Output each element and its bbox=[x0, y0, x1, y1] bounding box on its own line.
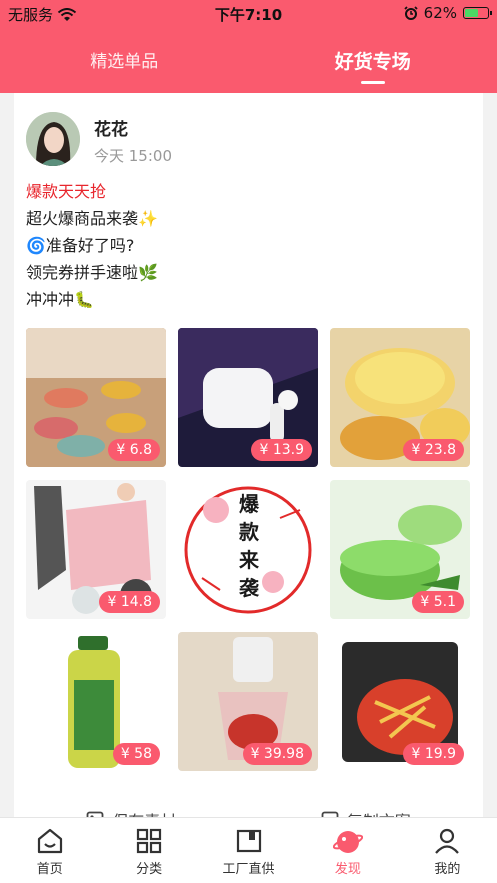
nav-label: 我的 bbox=[434, 862, 461, 877]
product-image-earbuds[interactable]: ¥ 13.9 bbox=[178, 328, 318, 467]
username[interactable]: 花花 bbox=[94, 115, 128, 140]
product-image-pastry[interactable]: ¥ 23.8 bbox=[330, 328, 470, 467]
nav-factory[interactable]: 工厂直供 bbox=[199, 818, 298, 883]
price-tag: ¥ 19.9 bbox=[403, 743, 464, 765]
tab-bar: 精选单品 好货专场 bbox=[0, 44, 497, 86]
nav-label: 首页 bbox=[36, 862, 63, 877]
post-time: 今天 15:00 bbox=[94, 147, 172, 165]
battery-icon bbox=[463, 7, 492, 19]
poster-hot-deals[interactable]: 爆 款 来 袭 bbox=[178, 480, 318, 619]
avatar-image bbox=[26, 112, 80, 166]
price-tag: ¥ 23.8 bbox=[403, 439, 464, 461]
battery-percent: 62% bbox=[423, 4, 457, 22]
poster-char: 款 bbox=[239, 520, 259, 544]
discover-icon bbox=[332, 831, 363, 853]
product-image-chopper[interactable]: ¥ 39.98 bbox=[178, 632, 318, 771]
price-tag: ¥ 13.9 bbox=[251, 439, 312, 461]
poster-caption: 爆 款 来 袭 bbox=[236, 490, 262, 602]
avatar[interactable] bbox=[26, 112, 80, 166]
post-line: 🌀准备好了吗? bbox=[26, 236, 135, 255]
post-line: 领完券拼手速啦🌿 bbox=[26, 263, 158, 282]
price-tag: ¥ 14.8 bbox=[99, 591, 160, 613]
nav-profile[interactable]: 我的 bbox=[398, 818, 497, 883]
product-image-slippers[interactable]: ¥ 6.8 bbox=[26, 328, 166, 467]
price-tag: ¥ 39.98 bbox=[242, 743, 312, 765]
battery-fill bbox=[465, 9, 478, 17]
nav-discover[interactable]: 发现 bbox=[298, 818, 397, 883]
nav-label: 工厂直供 bbox=[222, 862, 275, 877]
price-tag: ¥ 6.8 bbox=[108, 439, 160, 461]
product-image-aloe-gel[interactable]: ¥ 5.1 bbox=[330, 480, 470, 619]
poster-char: 来 bbox=[239, 548, 259, 572]
tab-selected-items[interactable]: 精选单品 bbox=[0, 44, 249, 86]
post-line: 冲冲冲🐛 bbox=[26, 290, 94, 309]
product-image-cooking-oil[interactable]: ¥ 58 bbox=[26, 632, 166, 771]
product-image-noodles[interactable]: ¥ 19.9 bbox=[330, 632, 470, 771]
post-line: 爆款天天抢 bbox=[26, 182, 107, 201]
tab-good-deals[interactable]: 好货专场 bbox=[249, 44, 497, 86]
bottom-nav: 首页 分类 工厂直供 发现 我的 bbox=[0, 817, 497, 883]
post-card: 花花 今天 15:00 爆款天天抢 超火爆商品来袭✨ 🌀准备好了吗? 领完券拼手… bbox=[14, 93, 483, 833]
product-image-windshield[interactable]: ¥ 14.8 bbox=[26, 480, 166, 619]
poster-char: 爆 bbox=[239, 492, 259, 516]
nav-home[interactable]: 首页 bbox=[0, 818, 99, 883]
tab-label: 好货专场 bbox=[334, 51, 411, 73]
profile-icon bbox=[435, 828, 460, 854]
poster-char: 袭 bbox=[239, 576, 259, 600]
home-icon bbox=[37, 828, 62, 854]
alarm-icon bbox=[404, 6, 418, 20]
nav-label: 发现 bbox=[334, 862, 361, 877]
nav-category[interactable]: 分类 bbox=[99, 818, 198, 883]
category-icon bbox=[137, 828, 162, 854]
tab-label: 精选单品 bbox=[90, 52, 159, 72]
price-tag: ¥ 5.1 bbox=[412, 591, 464, 613]
status-bar: 无服务 下午7:10 62% bbox=[0, 0, 497, 28]
nav-label: 分类 bbox=[136, 862, 163, 877]
post-line: 超火爆商品来袭✨ bbox=[26, 209, 158, 228]
active-tab-indicator bbox=[360, 81, 385, 84]
post-text: 爆款天天抢 超火爆商品来袭✨ 🌀准备好了吗? 领完券拼手速啦🌿 冲冲冲🐛 bbox=[26, 178, 158, 313]
top-header: 无服务 下午7:10 62% 精选单品 好货专场 bbox=[0, 0, 497, 93]
factory-icon bbox=[236, 829, 261, 853]
price-tag: ¥ 58 bbox=[112, 743, 160, 765]
